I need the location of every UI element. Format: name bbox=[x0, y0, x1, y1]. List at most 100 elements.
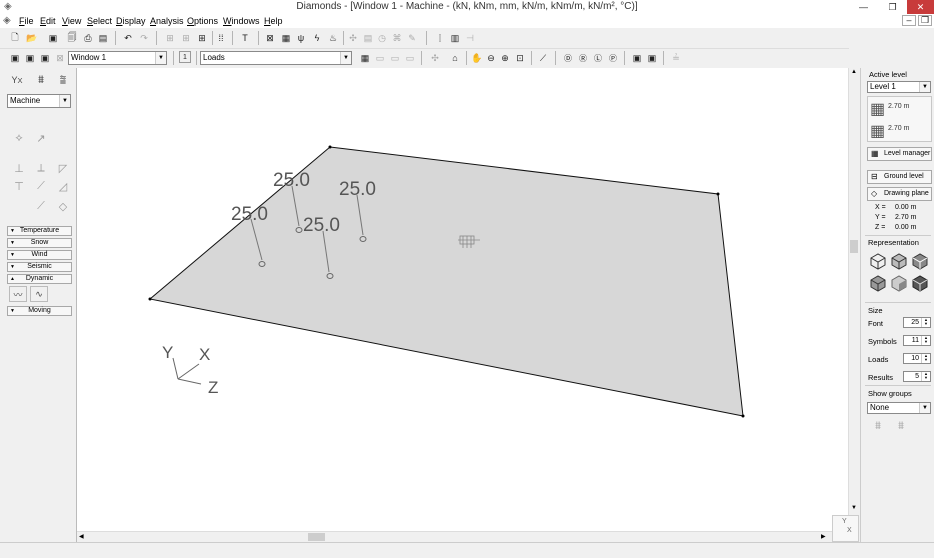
align-icon[interactable]: ≟ bbox=[669, 51, 683, 65]
menu-options[interactable]: Options bbox=[187, 14, 218, 28]
shaded-view-icon[interactable] bbox=[911, 252, 929, 270]
export-icon[interactable]: ▣ bbox=[630, 51, 644, 65]
report-icon[interactable]: ▤ bbox=[96, 31, 110, 45]
stepper-arrows-icon[interactable]: ▲ ▼ bbox=[921, 336, 930, 345]
save-icon[interactable]: ▣ bbox=[46, 31, 60, 45]
menu-help[interactable]: Help bbox=[264, 14, 283, 28]
group-moving[interactable]: ▼ Moving bbox=[7, 306, 72, 316]
hidden-line-view-icon[interactable] bbox=[890, 252, 908, 270]
stepper-arrows-icon[interactable]: ▲ ▼ bbox=[921, 318, 930, 327]
steel-icon[interactable]: ⊣ bbox=[463, 31, 477, 45]
area-load-icon[interactable]: ◿ bbox=[54, 178, 72, 194]
vertical-scrollbar[interactable]: ▲ ▼ bbox=[848, 68, 859, 515]
menu-select[interactable]: Select bbox=[87, 14, 112, 28]
distributed-load-icon[interactable]: ⟋ bbox=[32, 198, 50, 214]
point-load-icon[interactable]: ⊥ bbox=[10, 160, 28, 176]
member-icon[interactable]: ▥ bbox=[448, 31, 462, 45]
surface-load-icon[interactable]: ◸ bbox=[54, 160, 72, 176]
load-case-icon[interactable]: 1 bbox=[179, 51, 191, 63]
rendered-view-icon[interactable] bbox=[890, 274, 908, 292]
structure-icon[interactable]: ⩩ bbox=[32, 72, 50, 88]
menu-windows[interactable]: Windows bbox=[223, 14, 260, 28]
menu-analysis[interactable]: Analysis bbox=[150, 14, 184, 28]
results-icon[interactable]: ✣ bbox=[346, 31, 360, 45]
show-groups-select[interactable]: None ▼ bbox=[867, 402, 931, 414]
node[interactable] bbox=[328, 145, 332, 149]
view-l-icon[interactable]: Ⓛ bbox=[591, 51, 605, 65]
group-wind[interactable]: ▼ Wind bbox=[7, 250, 72, 260]
dynamic-icon[interactable]: ϟ bbox=[310, 31, 324, 45]
window-tile-icon[interactable]: ▣ bbox=[38, 51, 52, 65]
pan-icon[interactable]: ✋ bbox=[470, 51, 484, 65]
group-add-icon[interactable]: ⩩ bbox=[867, 420, 889, 438]
mdi-minimize-button[interactable]: – bbox=[902, 15, 916, 26]
mode-select[interactable]: Machine ▼ bbox=[7, 94, 71, 108]
view-icon[interactable]: ⌂ bbox=[448, 51, 462, 65]
measure-icon[interactable]: ⟋ bbox=[536, 51, 550, 65]
restore-button[interactable]: ❐ bbox=[880, 0, 905, 14]
document-icon[interactable]: ◈ bbox=[3, 15, 11, 26]
load-group-icon[interactable]: ▭ bbox=[388, 51, 402, 65]
line-load-icon[interactable]: ⟂ bbox=[32, 160, 50, 176]
mdi-restore-button[interactable]: ❐ bbox=[918, 15, 932, 26]
window-close-icon[interactable]: ⊠ bbox=[53, 51, 67, 65]
redo-icon[interactable]: ↷ bbox=[137, 31, 151, 45]
level-manager-button[interactable]: ▦ Level manager bbox=[867, 147, 932, 161]
view-d-icon[interactable]: Ⓓ bbox=[561, 51, 575, 65]
group-snow[interactable]: ▼ Snow bbox=[7, 238, 72, 248]
menu-display[interactable]: Display bbox=[116, 14, 146, 28]
level-list[interactable]: ▦ 2.70 m ▦ 2.70 m bbox=[867, 96, 932, 142]
print-preview-icon[interactable]: 🗐 bbox=[65, 31, 79, 45]
time-history-icon[interactable]: ∿ bbox=[30, 286, 48, 302]
ground-level-button[interactable]: ⊟ Ground level bbox=[867, 170, 932, 184]
machine-vibration-icon[interactable]: 〰 bbox=[9, 286, 27, 302]
view-r-icon[interactable]: Ⓡ bbox=[576, 51, 590, 65]
clock-icon[interactable]: ◷ bbox=[375, 31, 389, 45]
zoom-extents-icon[interactable]: ⊡ bbox=[513, 51, 527, 65]
loads-size-stepper[interactable]: 10 ▲ ▼ bbox=[903, 353, 931, 364]
grid-icon[interactable]: ⊞ bbox=[163, 31, 177, 45]
open-icon[interactable]: 📂 bbox=[25, 31, 39, 45]
scroll-thumb[interactable] bbox=[308, 533, 325, 541]
scroll-down-icon[interactable]: ▼ bbox=[851, 505, 857, 511]
drawing-canvas[interactable]: 25.0 25.0 25.0 25.0 Y X Z bbox=[77, 68, 848, 531]
window-copy-icon[interactable]: ▣ bbox=[23, 51, 37, 65]
close-button[interactable]: ✕ bbox=[907, 0, 934, 14]
grid-3d-icon[interactable]: ⊞ bbox=[195, 31, 209, 45]
minimize-button[interactable]: — bbox=[851, 0, 876, 14]
drawing-plane-button[interactable]: ◇ Drawing plane bbox=[867, 187, 932, 201]
node[interactable] bbox=[716, 192, 720, 196]
chevron-down-icon[interactable]: ▼ bbox=[919, 403, 930, 413]
grid-snap-icon[interactable]: ⊞ bbox=[179, 31, 193, 45]
hinge-icon[interactable]: ↗ bbox=[32, 130, 50, 146]
chevron-down-icon[interactable]: ▼ bbox=[340, 52, 351, 64]
dark-shaded-view-icon[interactable] bbox=[911, 274, 929, 292]
node[interactable] bbox=[148, 297, 152, 301]
scroll-right-icon[interactable]: ▶ bbox=[821, 533, 826, 540]
zoom-in-icon[interactable]: ⊕ bbox=[498, 51, 512, 65]
chevron-down-icon[interactable]: ▼ bbox=[155, 52, 166, 64]
group-temperature[interactable]: ▼ Temperature bbox=[7, 226, 72, 236]
mesh-icon[interactable]: ▦ bbox=[279, 31, 293, 45]
points-icon[interactable]: ⁞⁞ bbox=[214, 31, 228, 45]
calculate-icon[interactable]: ⊠ bbox=[263, 31, 277, 45]
stepper-arrows-icon[interactable]: ▲ ▼ bbox=[921, 354, 930, 363]
window-select[interactable]: Window 1 ▼ bbox=[68, 51, 167, 65]
fire-icon[interactable]: ♨ bbox=[326, 31, 340, 45]
moment-icon[interactable]: ⊤ bbox=[10, 178, 28, 194]
picture-icon[interactable]: ▣ bbox=[645, 51, 659, 65]
group-dynamic[interactable]: ▲ Dynamic bbox=[7, 274, 72, 284]
view-cube-icon[interactable]: Y X bbox=[832, 515, 859, 542]
results-size-stepper[interactable]: 5 ▲ ▼ bbox=[903, 371, 931, 382]
section-icon[interactable]: ⫿ bbox=[433, 31, 447, 45]
solid-view-icon[interactable] bbox=[869, 274, 887, 292]
check-design-icon[interactable]: ✎ bbox=[405, 31, 419, 45]
results-table-icon[interactable]: ▤ bbox=[361, 31, 375, 45]
loads-select[interactable]: Loads ▼ bbox=[200, 51, 352, 65]
spring-support-icon[interactable]: ⟡ bbox=[10, 130, 28, 146]
wireframe-view-icon[interactable] bbox=[869, 252, 887, 270]
zoom-out-icon[interactable]: ⊖ bbox=[484, 51, 498, 65]
global-axes-icon[interactable]: YX bbox=[8, 72, 26, 88]
group-edit-icon[interactable]: ⩩ bbox=[890, 420, 912, 438]
rotate-icon[interactable]: ✣ bbox=[428, 51, 442, 65]
